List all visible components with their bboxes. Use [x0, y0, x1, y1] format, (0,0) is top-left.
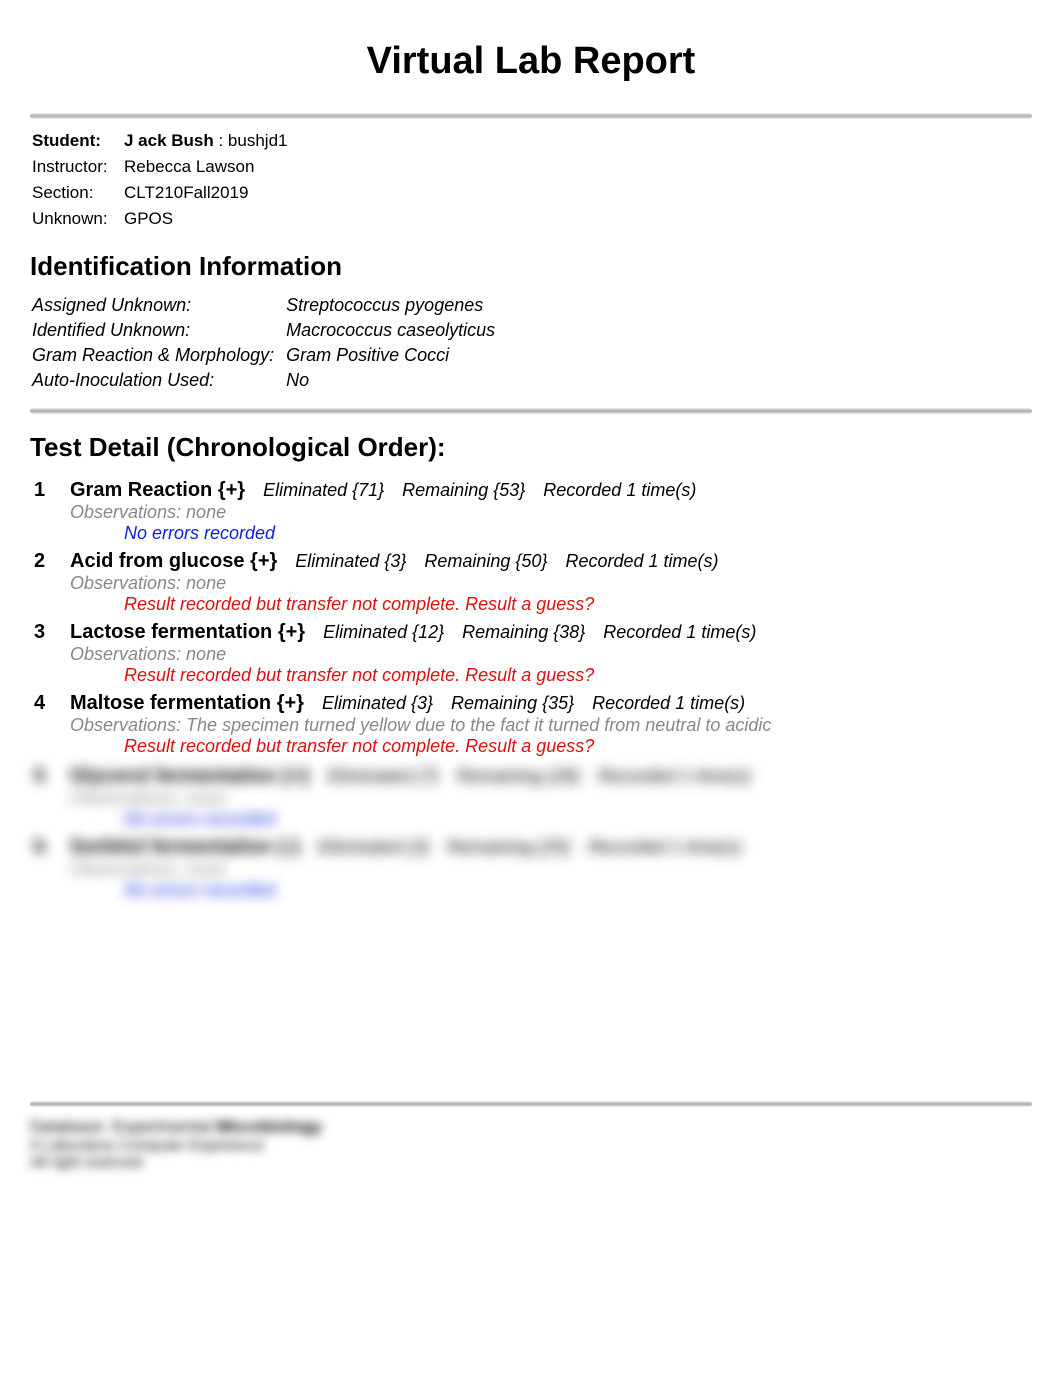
footer-line1-b: Microbiology	[216, 1117, 322, 1136]
test-message: Result recorded but transfer not complet…	[124, 736, 1032, 757]
test-number: 6	[34, 836, 52, 859]
test-eliminated: Eliminated {3}	[318, 837, 429, 858]
instructor-value: Rebecca Lawson	[124, 155, 296, 179]
test-message: Result recorded but transfer not complet…	[124, 594, 1032, 615]
test-item: 1 Gram Reaction {+} Eliminated {71} Remaini…	[34, 479, 1032, 544]
test-observations: Observations: none	[70, 644, 1032, 665]
identification-info-table: Assigned Unknown: Streptococcus pyogenes…	[30, 292, 507, 394]
test-observations: Observations: none	[70, 859, 1032, 880]
divider	[30, 408, 1032, 414]
test-header: 5 Glycerol fermentation {+} Eliminated {7}…	[34, 765, 1032, 788]
test-header: 1 Gram Reaction {+} Eliminated {71} Remaini…	[34, 479, 1032, 502]
test-remaining: Remaining {50}	[424, 551, 547, 572]
test-name: Acid from glucose {+}	[70, 550, 277, 573]
test-observations: Observations: none	[70, 502, 1032, 523]
footer-line1: Database: Experimental Microbiology	[30, 1117, 1032, 1137]
page-title: Virtual Lab Report	[30, 40, 1032, 83]
test-observations: Observations: The specimen turned yellow…	[70, 715, 1032, 736]
test-item: 6 Sorbitol fermentation {-} Eliminated {3}…	[34, 836, 1032, 901]
footer-line2: A Laboratory Computer Experience	[30, 1137, 1032, 1154]
footer-line3: All right reserved	[30, 1154, 1032, 1171]
instructor-label: Instructor:	[32, 155, 122, 179]
test-recorded: Recorded 1 time(s)	[592, 693, 745, 714]
test-name: Maltose fermentation {+}	[70, 692, 304, 715]
divider	[30, 113, 1032, 119]
unknown-label: Unknown:	[32, 207, 122, 231]
test-remaining: Remaining {38}	[462, 622, 585, 643]
id-value: No	[286, 369, 505, 392]
footer-line1-a: Database: Experimental	[30, 1117, 216, 1136]
test-item: 3 Lactose fermentation {+} Eliminated {12}…	[34, 621, 1032, 686]
test-observations: Observations: none	[70, 573, 1032, 594]
test-item: 4 Maltose fermentation {+} Eliminated {3} R…	[34, 692, 1032, 757]
test-header: 2 Acid from glucose {+} Eliminated {3} Rema…	[34, 550, 1032, 573]
id-label: Assigned Unknown:	[32, 294, 284, 317]
tests-heading: Test Detail (Chronological Order):	[30, 432, 1032, 463]
id-value: Streptococcus pyogenes	[286, 294, 505, 317]
blurred-tests-list: 5 Glycerol fermentation {+} Eliminated {7}…	[34, 765, 1032, 901]
test-eliminated: Eliminated {71}	[263, 480, 384, 501]
section-value: CLT210Fall2019	[124, 181, 296, 205]
student-value: J ack Bush : bushjd1	[124, 129, 296, 153]
test-number: 3	[34, 621, 52, 644]
test-remaining: Remaining {53}	[402, 480, 525, 501]
test-header: 4 Maltose fermentation {+} Eliminated {3} R…	[34, 692, 1032, 715]
test-recorded: Recorded 1 time(s)	[603, 622, 756, 643]
divider	[30, 1101, 1032, 1107]
id-label: Auto-Inoculation Used:	[32, 369, 284, 392]
test-remaining: Remaining {28}	[457, 766, 580, 787]
test-item: 2 Acid from glucose {+} Eliminated {3} Rema…	[34, 550, 1032, 615]
test-header: 6 Sorbitol fermentation {-} Eliminated {3}…	[34, 836, 1032, 859]
test-eliminated: Eliminated {12}	[323, 622, 444, 643]
unknown-value: GPOS	[124, 207, 296, 231]
test-number: 1	[34, 479, 52, 502]
student-label: Student:	[32, 129, 122, 153]
student-info-table: Student: J ack Bush : bushjd1 Instructor…	[30, 127, 298, 233]
test-header: 3 Lactose fermentation {+} Eliminated {12}…	[34, 621, 1032, 644]
student-name: J ack Bush	[124, 131, 214, 150]
test-number: 2	[34, 550, 52, 573]
identification-heading: Identification Information	[30, 251, 1032, 282]
test-eliminated: Eliminated {7}	[328, 766, 439, 787]
test-eliminated: Eliminated {3}	[322, 693, 433, 714]
test-message: No errors recorded	[124, 523, 1032, 544]
test-eliminated: Eliminated {3}	[295, 551, 406, 572]
test-number: 4	[34, 692, 52, 715]
student-id: : bushjd1	[214, 131, 288, 150]
test-name: Sorbitol fermentation {-}	[70, 836, 300, 859]
test-message: Result recorded but transfer not complet…	[124, 665, 1032, 686]
id-value: Macrococcus caseolyticus	[286, 319, 505, 342]
test-observations: Observations: none	[70, 788, 1032, 809]
test-recorded: Recorded 1 time(s)	[543, 480, 696, 501]
section-label: Section:	[32, 181, 122, 205]
test-number: 5	[34, 765, 52, 788]
id-value: Gram Positive Cocci	[286, 344, 505, 367]
test-message: No errors recorded	[124, 880, 1032, 901]
test-item: 5 Glycerol fermentation {+} Eliminated {7}…	[34, 765, 1032, 830]
id-label: Identified Unknown:	[32, 319, 284, 342]
test-recorded: Recorded 1 time(s)	[598, 766, 751, 787]
test-name: Lactose fermentation {+}	[70, 621, 305, 644]
test-recorded: Recorded 1 time(s)	[588, 837, 741, 858]
id-label: Gram Reaction & Morphology:	[32, 344, 284, 367]
test-remaining: Remaining {25}	[447, 837, 570, 858]
footer: Database: Experimental Microbiology A La…	[30, 1101, 1032, 1171]
test-recorded: Recorded 1 time(s)	[565, 551, 718, 572]
test-message: No errors recorded	[124, 809, 1032, 830]
tests-list: 1 Gram Reaction {+} Eliminated {71} Remaini…	[34, 479, 1032, 757]
test-name: Glycerol fermentation {+}	[70, 765, 310, 788]
test-remaining: Remaining {35}	[451, 693, 574, 714]
test-name: Gram Reaction {+}	[70, 479, 245, 502]
